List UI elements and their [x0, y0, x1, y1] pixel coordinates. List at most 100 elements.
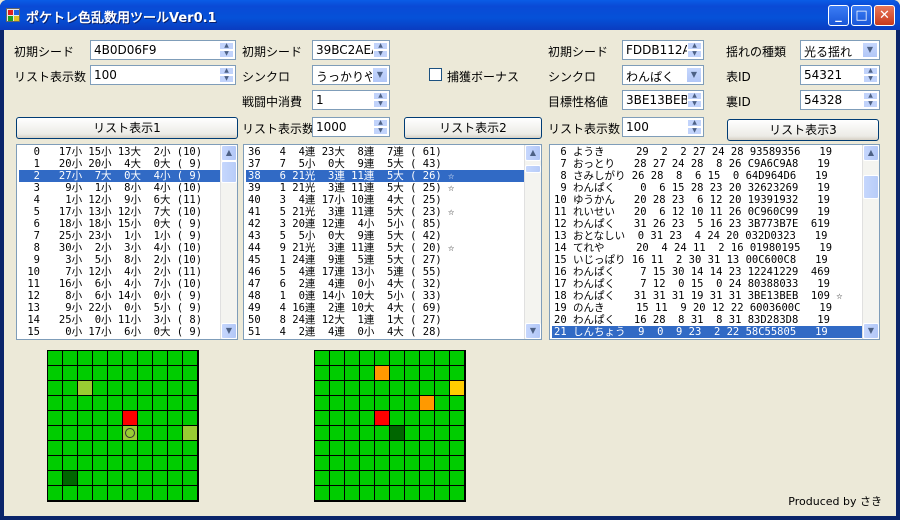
- shake-type-dropdown[interactable]: 光る揺れ ▼: [800, 40, 880, 60]
- list-item[interactable]: 14 てれや 20 4 24 11 2 16 01980195 19: [552, 242, 862, 254]
- list-item[interactable]: 15 いじっぱり 16 11 2 30 31 13 00C600C8 19: [552, 254, 862, 266]
- list-item[interactable]: 2 27小 7大 0大 4小 ( 9): [19, 170, 220, 182]
- panel2-list-count-input[interactable]: 1000 ▲ ▼: [312, 117, 390, 137]
- panel1-scrollbar[interactable]: ▲ ▼: [220, 145, 237, 339]
- panel3-seed-input[interactable]: FDDB112A ▲ ▼: [622, 40, 704, 60]
- list-item[interactable]: 7 おっとり 28 27 24 28 8 26 C9A6C9A8 19: [552, 158, 862, 170]
- maximize-button[interactable]: □: [851, 5, 872, 26]
- list-item[interactable]: 10 7小 12小 4小 2小 (11): [19, 266, 220, 278]
- grass-tile: [93, 486, 107, 500]
- panel1-seed-input[interactable]: 4B0D06F9 ▲ ▼: [90, 40, 236, 60]
- list-item[interactable]: 20 わんぱく 16 28 8 31 8 31 83D283D8 19: [552, 314, 862, 326]
- list-item[interactable]: 48 1 0連 14小 10大 5小 ( 33): [246, 290, 524, 302]
- list-item[interactable]: 42 3 20連 12連 4小 5小 ( 85): [246, 218, 524, 230]
- panel2-battle-input[interactable]: 1 ▲ ▼: [312, 90, 390, 110]
- chevron-down-icon[interactable]: ▼: [862, 42, 878, 58]
- front-id-spinner[interactable]: ▲ ▼: [863, 67, 878, 83]
- list-item[interactable]: 10 ゆうかん 20 28 23 6 12 20 19391932 19: [552, 194, 862, 206]
- panel3-list-count-spinner[interactable]: ▲ ▼: [687, 119, 702, 135]
- scroll-thumb[interactable]: [863, 175, 879, 199]
- back-id-spinner[interactable]: ▲ ▼: [863, 92, 878, 108]
- list-item[interactable]: 4 1小 12小 9小 6大 (11): [19, 194, 220, 206]
- list-item[interactable]: 0 17小 15小 13大 2小 (10): [19, 146, 220, 158]
- scroll-down-icon[interactable]: ▼: [221, 323, 237, 339]
- panel1-list-count-input[interactable]: 100 ▲ ▼: [90, 65, 236, 85]
- scroll-thumb[interactable]: [221, 161, 237, 183]
- panel1-result-list[interactable]: 0 17小 15小 13大 2小 (10) 1 20小 20小 4大 0大 ( …: [16, 144, 238, 340]
- chevron-down-icon[interactable]: ▼: [686, 67, 702, 83]
- list-item[interactable]: 36 4 4連 23大 8連 7連 ( 61): [246, 146, 524, 158]
- list-item[interactable]: 21 しんちょう 9 0 9 23 2 22 58C55805 19: [552, 326, 862, 338]
- list-item[interactable]: 11 16小 6小 4小 7小 (10): [19, 278, 220, 290]
- panel3-scrollbar[interactable]: ▲ ▼: [862, 145, 879, 339]
- list-item[interactable]: 13 おとなしい 0 31 23 4 24 20 032D0323 19: [552, 230, 862, 242]
- list-item[interactable]: 8 30小 2小 3小 4小 (10): [19, 242, 220, 254]
- panel3-seed-spinner[interactable]: ▲ ▼: [687, 42, 702, 58]
- list-item[interactable]: 41 5 21光 3連 11連 5大 ( 23) ☆: [246, 206, 524, 218]
- panel2-sync-dropdown[interactable]: うっかりや ▼: [312, 65, 390, 85]
- list-item[interactable]: 1 20小 20小 4大 0大 ( 9): [19, 158, 220, 170]
- list-item[interactable]: 6 ようき 29 2 2 27 24 28 93589356 19: [552, 146, 862, 158]
- list-item[interactable]: 8 さみしがり 26 28 8 6 15 0 64D964D6 19: [552, 170, 862, 182]
- front-id-input[interactable]: 54321 ▲ ▼: [800, 65, 880, 85]
- list-item[interactable]: 37 7 5小 0大 9連 5大 ( 43): [246, 158, 524, 170]
- list-item[interactable]: 11 れいせい 20 6 12 10 11 26 0C960C99 19: [552, 206, 862, 218]
- list-item[interactable]: 47 6 2連 4連 0小 4大 ( 32): [246, 278, 524, 290]
- list-item[interactable]: 12 わんぱく 31 26 23 5 16 23 3B773B7E 619: [552, 218, 862, 230]
- panel3-sync-dropdown[interactable]: わんぱく ▼: [622, 65, 704, 85]
- chevron-down-icon[interactable]: ▼: [372, 67, 388, 83]
- grass-tile: [108, 366, 122, 380]
- panel1-seed-spinner[interactable]: ▲ ▼: [219, 42, 234, 58]
- scroll-up-icon[interactable]: ▲: [525, 145, 541, 161]
- list-item[interactable]: 44 9 21光 3連 11連 5大 ( 20) ☆: [246, 242, 524, 254]
- panel2-result-list[interactable]: 36 4 4連 23大 8連 7連 ( 61) 37 7 5小 0大 9連 5大 …: [243, 144, 542, 340]
- list-item[interactable]: 40 3 4連 17小 10連 4大 ( 25): [246, 194, 524, 206]
- panel2-list-count-spinner[interactable]: ▲ ▼: [373, 119, 388, 135]
- list-item[interactable]: 5 17小 13小 12小 7大 (10): [19, 206, 220, 218]
- list-item[interactable]: 49 4 16連 2連 10大 4大 ( 69): [246, 302, 524, 314]
- list-item[interactable]: 19 のんき 15 11 9 20 12 22 6003600C 19: [552, 302, 862, 314]
- list-item[interactable]: 18 わんぱく 31 31 31 19 31 31 3BE13BEB 109 ☆: [552, 290, 862, 302]
- list-item[interactable]: 6 18小 18小 15小 0大 ( 9): [19, 218, 220, 230]
- panel3-result-list[interactable]: 6 ようき 29 2 2 27 24 28 93589356 19 7 おっとり…: [549, 144, 880, 340]
- panel3-list-count-input[interactable]: 100 ▲ ▼: [622, 117, 704, 137]
- panel3-target-spinner[interactable]: ▲ ▼: [687, 92, 702, 108]
- list-item[interactable]: 38 6 21光 3連 11連 5大 ( 26) ☆: [246, 170, 524, 182]
- back-id-input[interactable]: 54328 ▲ ▼: [800, 90, 880, 110]
- list-item[interactable]: 9 3小 5小 8小 2小 (10): [19, 254, 220, 266]
- list-item[interactable]: 7 25小 23小 1小 1小 ( 9): [19, 230, 220, 242]
- grass-tile: [108, 396, 122, 410]
- panel3-target-input[interactable]: 3BE13BEB ▲ ▼: [622, 90, 704, 110]
- list-item[interactable]: 51 4 2連 4連 0小 4大 ( 28): [246, 326, 524, 338]
- panel2-seed-input[interactable]: 39BC2AEA ▲ ▼: [312, 40, 390, 60]
- capture-bonus-checkbox[interactable]: [429, 68, 442, 81]
- list-item[interactable]: 14 25小 0小 11小 3小 ( 8): [19, 314, 220, 326]
- list-item[interactable]: 39 1 21光 3連 11連 5大 ( 25) ☆: [246, 182, 524, 194]
- scroll-up-icon[interactable]: ▲: [221, 145, 237, 161]
- close-button[interactable]: ✕: [874, 5, 895, 26]
- scroll-up-icon[interactable]: ▲: [863, 145, 879, 161]
- list-item[interactable]: 16 わんぱく 7 15 30 14 14 23 12241229 469: [552, 266, 862, 278]
- list-item[interactable]: 50 8 24連 12大 1連 1大 ( 27): [246, 314, 524, 326]
- list-item[interactable]: 43 5 5小 0大 9連 5大 ( 42): [246, 230, 524, 242]
- title-bar[interactable]: ポケトレ色乱数用ツールVer0.1 _ □ ✕: [0, 0, 900, 30]
- scroll-down-icon[interactable]: ▼: [863, 323, 879, 339]
- list-display-3-button[interactable]: リスト表示3: [727, 119, 879, 141]
- list-item[interactable]: 45 1 24連 9連 5連 5大 ( 27): [246, 254, 524, 266]
- list-item[interactable]: 15 0小 17小 6小 0大 ( 9): [19, 326, 220, 338]
- panel2-scrollbar[interactable]: ▲ ▼: [524, 145, 541, 339]
- list-item[interactable]: 9 わんぱく 0 6 15 28 23 20 32623269 19: [552, 182, 862, 194]
- scroll-thumb[interactable]: [525, 165, 541, 173]
- list-item[interactable]: 46 5 4連 17連 13小 5連 ( 55): [246, 266, 524, 278]
- scroll-down-icon[interactable]: ▼: [525, 323, 541, 339]
- list-item[interactable]: 13 9小 22小 0小 5小 ( 9): [19, 302, 220, 314]
- minimize-button[interactable]: _: [828, 5, 849, 26]
- panel2-seed-spinner[interactable]: ▲ ▼: [373, 42, 388, 58]
- list-item[interactable]: 12 8小 6小 14小 0小 ( 9): [19, 290, 220, 302]
- list-item[interactable]: 17 わんぱく 7 12 0 15 0 24 80388033 19: [552, 278, 862, 290]
- list-item[interactable]: 3 9小 1小 8小 4小 (10): [19, 182, 220, 194]
- panel2-battle-spinner[interactable]: ▲ ▼: [373, 92, 388, 108]
- panel1-list-count-spinner[interactable]: ▲ ▼: [219, 67, 234, 83]
- list-display-1-button[interactable]: リスト表示1: [16, 117, 238, 139]
- list-display-2-button[interactable]: リスト表示2: [404, 117, 542, 139]
